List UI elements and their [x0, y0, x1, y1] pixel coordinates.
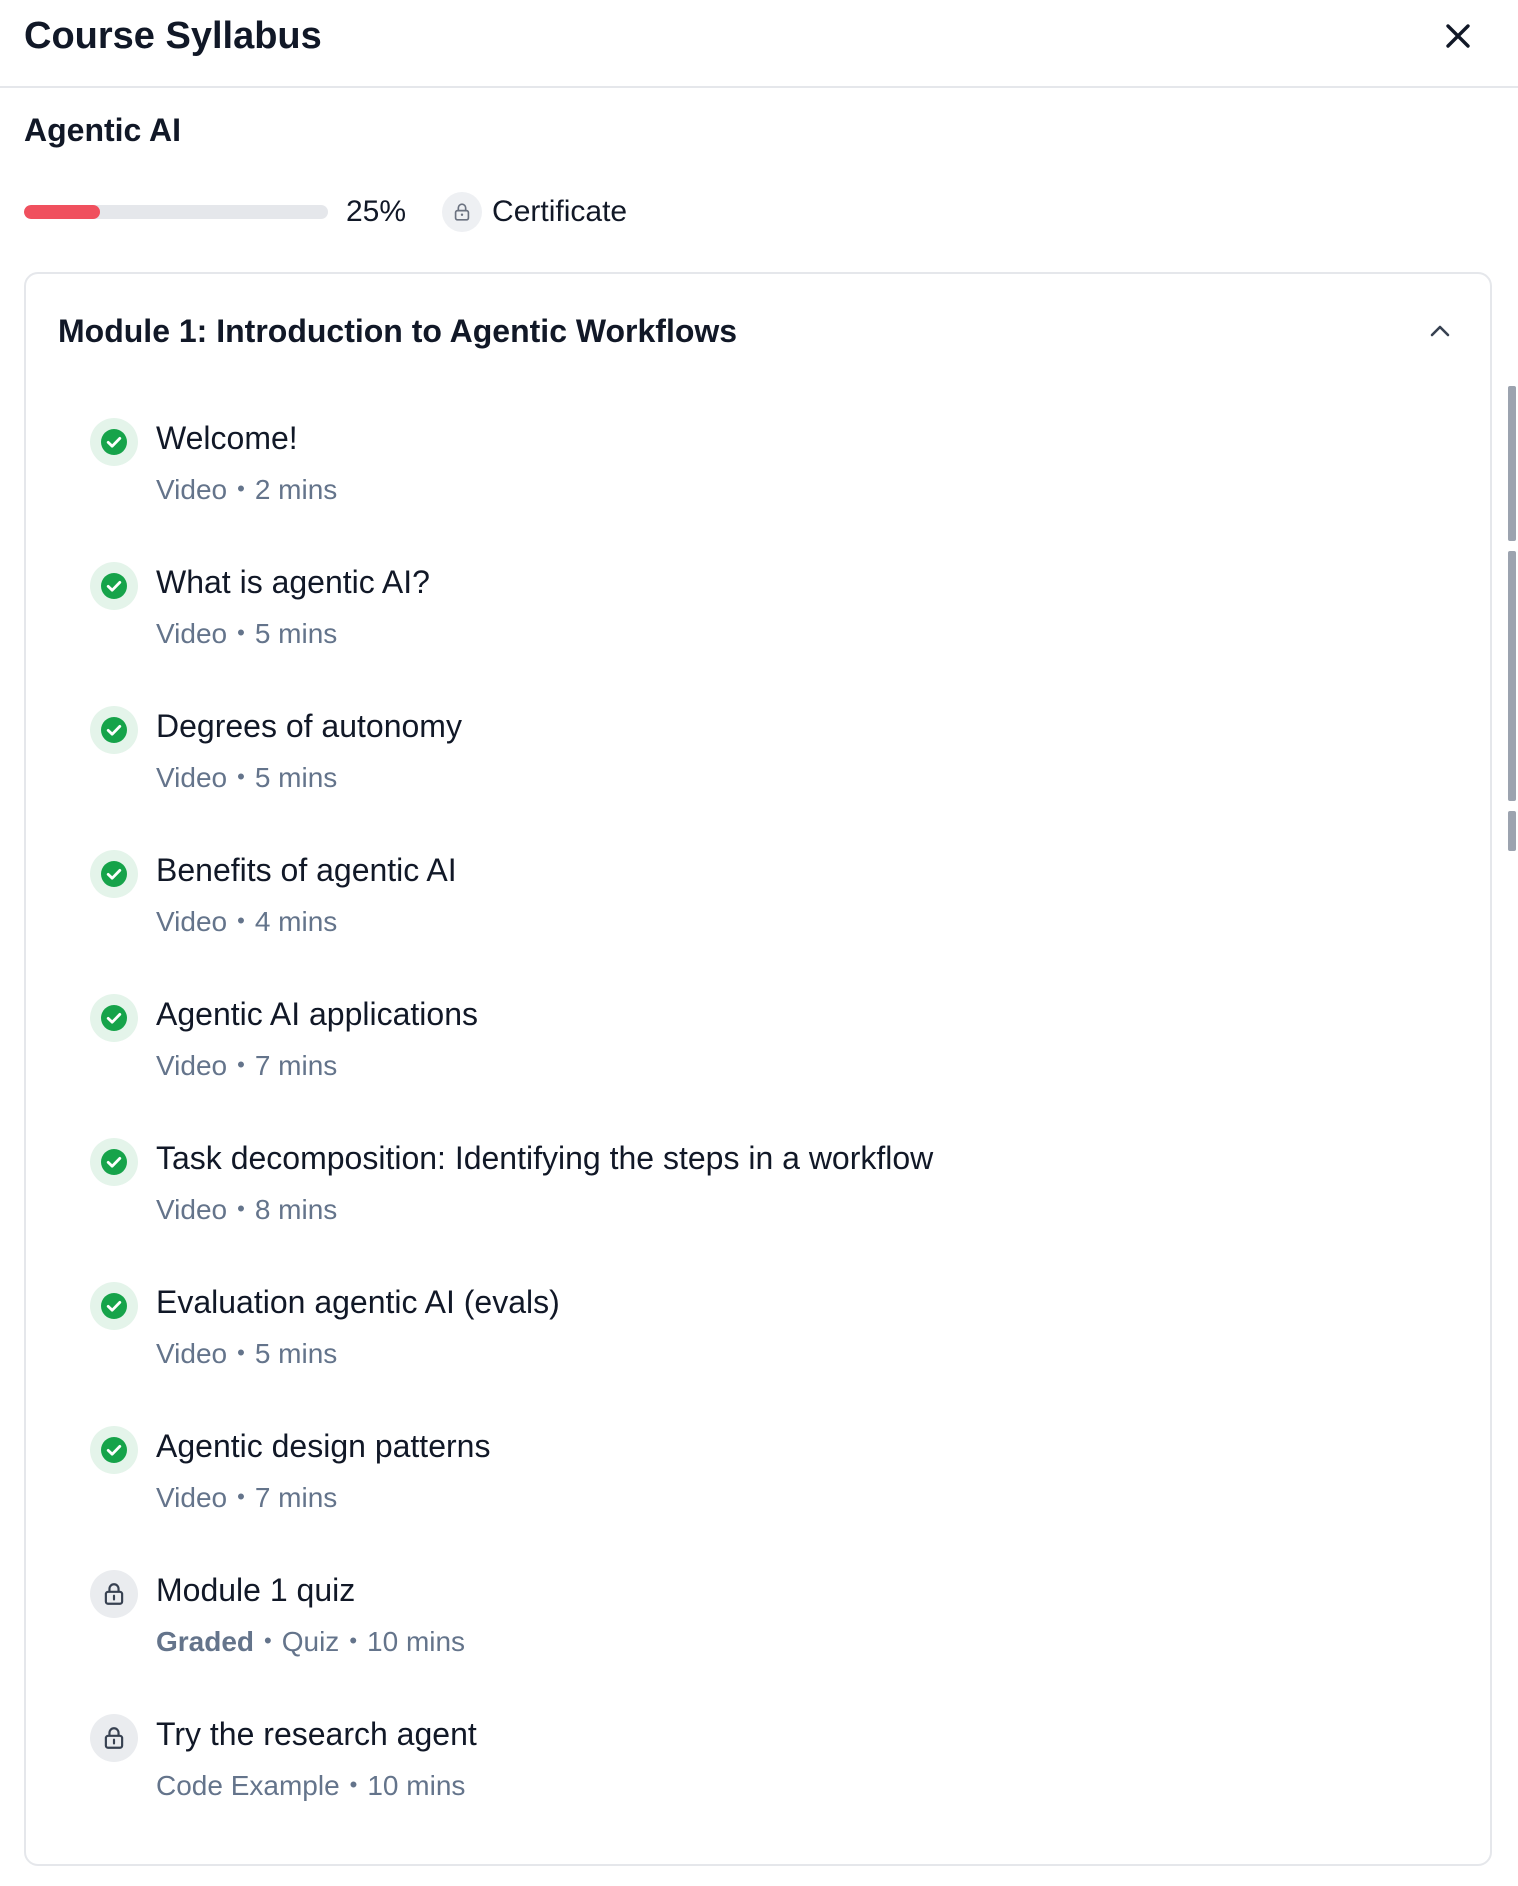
lesson-meta: Code Example • 10 mins: [156, 1770, 465, 1802]
lesson-type: Video: [156, 1050, 228, 1081]
module-header[interactable]: Module 1: Introduction to Agentic Workfl…: [58, 306, 1458, 356]
lesson-meta: Graded • Quiz • 10 mins: [156, 1626, 465, 1658]
lesson-type: Video: [156, 1482, 228, 1513]
course-name: Agentic AI: [24, 112, 182, 148]
separator-dot: •: [237, 1340, 245, 1365]
lesson-meta: Video • 8 mins: [156, 1194, 337, 1226]
lesson-item[interactable]: Task decomposition: Identifying the step…: [90, 1138, 1390, 1282]
separator-dot: •: [264, 1628, 272, 1653]
lesson-item[interactable]: Try the research agent Code Example • 10 mi…: [90, 1714, 1390, 1858]
separator-dot: •: [349, 1772, 358, 1797]
progress-bar: [24, 205, 328, 219]
separator-dot: •: [237, 1196, 245, 1221]
lesson-type: Video: [156, 762, 228, 793]
lesson-meta: Video • 7 mins: [156, 1482, 337, 1514]
scrollbar-thumb[interactable]: [1508, 811, 1516, 851]
separator-dot: •: [237, 476, 245, 501]
lesson-meta: Video • 4 mins: [156, 906, 337, 938]
separator-dot: •: [237, 620, 245, 645]
lesson-item[interactable]: What is agentic AI? Video • 5 mins: [90, 562, 1390, 706]
check-circle-icon: [90, 1282, 138, 1330]
lesson-duration: 7 mins: [254, 1050, 338, 1081]
close-icon: [1446, 24, 1470, 48]
lesson-item[interactable]: Degrees of autonomy Video • 5 mins: [90, 706, 1390, 850]
lock-icon: [454, 203, 470, 221]
lesson-duration: 2 mins: [254, 474, 338, 505]
lesson-duration: 10 mins: [367, 1770, 466, 1801]
scrollbar-thumb[interactable]: [1508, 386, 1516, 541]
check-circle-icon: [90, 1426, 138, 1474]
lesson-title: Evaluation agentic AI (evals): [156, 1284, 560, 1320]
separator-dot: •: [349, 1628, 358, 1653]
check-circle-icon: [90, 562, 138, 610]
lesson-type: Code Example: [156, 1770, 340, 1801]
lesson-item[interactable]: Welcome! Video • 2 mins: [90, 418, 1390, 562]
separator-dot: •: [237, 1484, 245, 1509]
lesson-meta: Video • 2 mins: [156, 474, 337, 506]
scrollbar-thumb[interactable]: [1508, 551, 1516, 801]
progress-fill: [24, 205, 100, 219]
check-circle-icon: [90, 706, 138, 754]
lesson-duration: 5 mins: [254, 762, 338, 793]
lesson-item[interactable]: Agentic AI applications Video • 7 mins: [90, 994, 1390, 1138]
certificate-label[interactable]: Certificate: [492, 195, 627, 229]
lesson-type: Video: [156, 474, 228, 505]
lesson-title: Degrees of autonomy: [156, 708, 462, 744]
lesson-title: Welcome!: [156, 420, 298, 456]
close-button[interactable]: [1436, 14, 1480, 58]
module-card: Module 1: Introduction to Agentic Workfl…: [24, 272, 1492, 1866]
lesson-meta: Video • 7 mins: [156, 1050, 337, 1082]
lesson-item[interactable]: Benefits of agentic AI Video • 4 mins: [90, 850, 1390, 994]
progress-row: 25% Certificate: [24, 190, 627, 234]
check-circle-icon: [90, 994, 138, 1042]
syllabus-panel: Course Syllabus Agentic AI 25% Certifica…: [0, 0, 1518, 1886]
certificate-lock-badge: [442, 192, 483, 232]
separator-dot: •: [237, 908, 245, 933]
check-circle-icon: [90, 850, 138, 898]
separator-dot: •: [237, 1052, 245, 1077]
lesson-item[interactable]: Agentic design patterns Video • 7 mins: [90, 1426, 1390, 1570]
header-bar: Course Syllabus: [0, 0, 1518, 88]
lesson-meta: Video • 5 mins: [156, 762, 337, 794]
lesson-title: Try the research agent: [156, 1716, 477, 1752]
lesson-meta: Video • 5 mins: [156, 1338, 337, 1370]
lesson-item[interactable]: Module 1 quiz Graded • Quiz • 10 mins: [90, 1570, 1390, 1714]
lesson-duration: 4 mins: [254, 906, 338, 937]
lesson-type: Video: [156, 906, 228, 937]
lesson-title: What is agentic AI?: [156, 564, 430, 600]
lesson-item[interactable]: Evaluation agentic AI (evals) Video • 5 min…: [90, 1282, 1390, 1426]
lesson-duration: 10 mins: [367, 1626, 466, 1657]
lesson-meta: Video • 5 mins: [156, 618, 337, 650]
lesson-title: Task decomposition: Identifying the step…: [156, 1140, 934, 1176]
scrollbar[interactable]: [1508, 386, 1516, 851]
lesson-type: Video: [156, 1194, 228, 1225]
lock-icon: [90, 1570, 138, 1618]
lesson-title: Agentic AI applications: [156, 996, 478, 1032]
chevron-up-icon[interactable]: [1422, 313, 1458, 349]
lesson-title: Module 1 quiz: [156, 1572, 356, 1608]
lesson-duration: 7 mins: [254, 1482, 338, 1513]
lock-icon: [90, 1714, 138, 1762]
lesson-duration: 5 mins: [254, 1338, 338, 1369]
page-title: Course Syllabus: [24, 14, 322, 57]
lesson-duration: 8 mins: [254, 1194, 338, 1225]
lesson-type: Video: [156, 1338, 228, 1369]
graded-label: Graded: [156, 1626, 255, 1657]
progress-percent: 25%: [346, 195, 407, 228]
lesson-title: Benefits of agentic AI: [156, 852, 457, 888]
lesson-list: Welcome! Video • 2 mins What is agentic AI? V…: [90, 418, 1390, 1858]
check-circle-icon: [90, 418, 138, 466]
check-circle-icon: [90, 1138, 138, 1186]
separator-dot: •: [237, 764, 245, 789]
lesson-duration: 5 mins: [254, 618, 338, 649]
lesson-type: Quiz: [281, 1626, 340, 1657]
module-title: Module 1: Introduction to Agentic Workfl…: [58, 312, 738, 349]
lesson-title: Agentic design patterns: [156, 1428, 491, 1464]
lesson-type: Video: [156, 618, 228, 649]
